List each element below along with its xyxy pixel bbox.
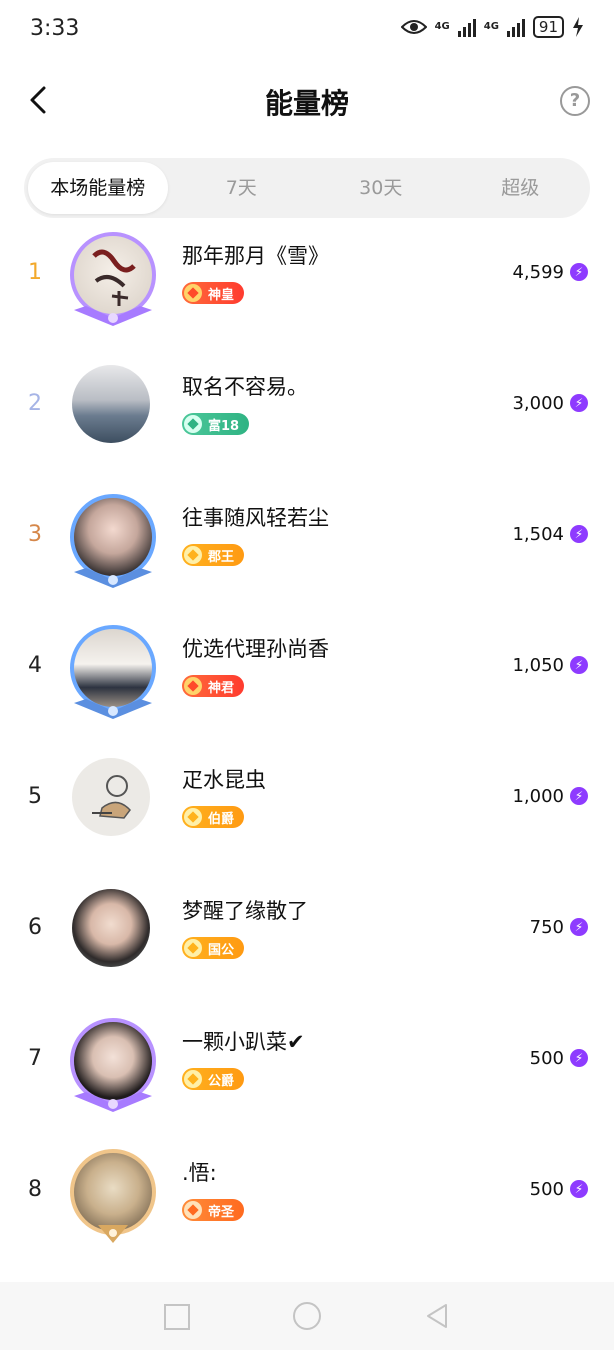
energy-score: 1,000 xyxy=(512,786,564,807)
rank-number: 8 xyxy=(28,1177,42,1202)
rank-number: 6 xyxy=(28,915,42,940)
list-item[interactable]: 1 那年那月《雪》 神皇 4,599 ⚡ xyxy=(0,224,614,355)
list-item[interactable]: 8 .悟: 帝圣 500 ⚡ xyxy=(0,1141,614,1272)
charging-icon xyxy=(573,17,583,37)
back-triangle-icon[interactable] xyxy=(424,1302,450,1330)
avatar[interactable] xyxy=(70,625,156,719)
user-name: .悟: xyxy=(182,1161,217,1185)
level-badge: 国公 xyxy=(182,937,245,959)
tab-30-days[interactable]: 30天 xyxy=(311,158,451,218)
level-badge: 伯爵 xyxy=(182,806,245,828)
network-type-2: 4G xyxy=(483,21,499,32)
list-item[interactable]: 7 一颗小趴菜✔ 公爵 500 ⚡ xyxy=(0,1010,614,1141)
ranking-tabs: 本场能量榜 7天 30天 超级 xyxy=(24,158,590,218)
list-item[interactable]: 4 优选代理孙尚香 神君 1,050 ⚡ xyxy=(0,617,614,748)
battery-level: 91 xyxy=(532,16,564,38)
level-badge: 富18 xyxy=(182,413,250,435)
ranking-list: 1 那年那月《雪》 神皇 4,599 ⚡ 2 取名不容易。 富18 3,000 … xyxy=(0,224,614,1272)
avatar[interactable] xyxy=(70,1149,156,1243)
energy-score: 500 xyxy=(529,1048,564,1069)
rank-number: 2 xyxy=(28,391,42,416)
page-title: 能量榜 xyxy=(264,87,349,120)
user-name: 优选代理孙尚香 xyxy=(182,637,329,661)
energy-icon: ⚡ xyxy=(570,394,588,412)
avatar[interactable] xyxy=(70,494,156,588)
avatar[interactable] xyxy=(70,363,154,447)
user-name: 梦醒了缘散了 xyxy=(182,899,308,923)
recent-apps-icon[interactable] xyxy=(164,1304,190,1330)
energy-score: 4,599 xyxy=(512,262,564,283)
energy-score: 1,050 xyxy=(512,655,564,676)
eye-icon xyxy=(400,20,427,34)
signal-icon xyxy=(506,17,525,37)
status-icons: 4G 4G 91 xyxy=(400,16,584,38)
energy-icon: ⚡ xyxy=(570,787,588,805)
rank-number: 4 xyxy=(28,653,42,678)
avatar[interactable] xyxy=(70,232,156,326)
user-name: 疋水昆虫 xyxy=(182,768,266,792)
level-badge: 公爵 xyxy=(182,1068,245,1090)
energy-icon: ⚡ xyxy=(570,656,588,674)
level-badge: 神君 xyxy=(182,675,245,697)
tab-7-days[interactable]: 7天 xyxy=(172,158,312,218)
level-badge: 帝圣 xyxy=(182,1199,245,1221)
energy-icon: ⚡ xyxy=(570,263,588,281)
avatar[interactable] xyxy=(70,756,154,840)
status-bar: 3:33 4G 4G 91 xyxy=(0,0,614,62)
energy-icon: ⚡ xyxy=(570,1180,588,1198)
list-item[interactable]: 2 取名不容易。 富18 3,000 ⚡ xyxy=(0,355,614,486)
status-time: 3:33 xyxy=(30,16,80,41)
tab-current-session[interactable]: 本场能量榜 xyxy=(28,162,168,214)
energy-icon: ⚡ xyxy=(570,918,588,936)
system-nav-bar xyxy=(0,1282,614,1350)
energy-icon: ⚡ xyxy=(570,1049,588,1067)
user-name: 取名不容易。 xyxy=(182,375,308,399)
tab-super[interactable]: 超级 xyxy=(451,158,591,218)
network-type-1: 4G xyxy=(434,21,450,32)
energy-score: 1,504 xyxy=(512,524,564,545)
energy-score: 3,000 xyxy=(512,393,564,414)
level-badge: 郡王 xyxy=(182,544,245,566)
rank-number: 5 xyxy=(28,784,42,809)
help-icon[interactable]: ? xyxy=(560,86,590,116)
list-item[interactable]: 6 梦醒了缘散了 国公 750 ⚡ xyxy=(0,879,614,1010)
user-name: 往事随风轻若尘 xyxy=(182,506,329,530)
rank-number: 7 xyxy=(28,1046,42,1071)
energy-score: 750 xyxy=(529,917,564,938)
user-name: 那年那月《雪》 xyxy=(182,244,329,268)
avatar[interactable] xyxy=(70,887,154,971)
avatar[interactable] xyxy=(70,1018,156,1112)
rank-number: 1 xyxy=(28,260,42,285)
level-badge: 神皇 xyxy=(182,282,245,304)
list-item[interactable]: 5 疋水昆虫 伯爵 1,000 ⚡ xyxy=(0,748,614,879)
energy-icon: ⚡ xyxy=(570,525,588,543)
list-item[interactable]: 3 往事随风轻若尘 郡王 1,504 ⚡ xyxy=(0,486,614,617)
energy-score: 500 xyxy=(529,1179,564,1200)
signal-icon xyxy=(457,17,476,37)
rank-number: 3 xyxy=(28,522,42,547)
header: 能量榜 ? xyxy=(0,62,614,142)
home-icon[interactable] xyxy=(293,1302,321,1330)
user-name: 一颗小趴菜✔ xyxy=(182,1030,305,1054)
